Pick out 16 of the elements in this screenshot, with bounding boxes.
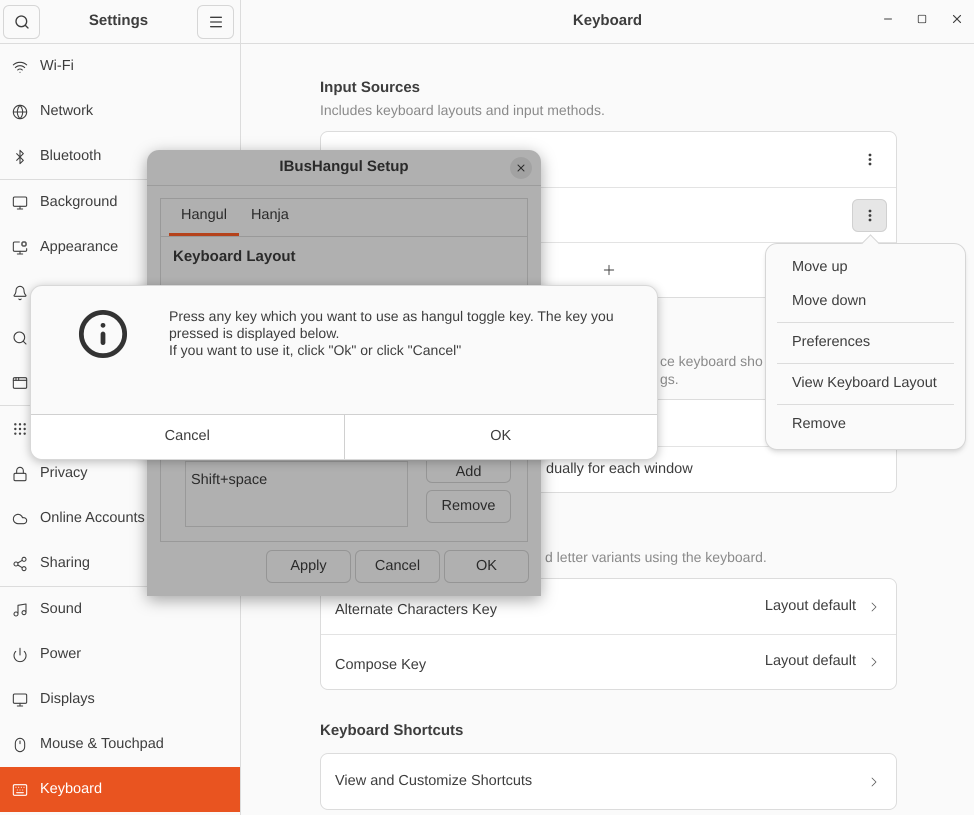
description-text: ce keyboard sho gs.: [660, 352, 763, 388]
section-heading: Keyboard Layout: [173, 247, 297, 267]
row-value: Layout default: [764, 596, 856, 616]
row-label: Alternate Characters Key: [335, 600, 497, 620]
option-label: dually for each window: [546, 460, 693, 479]
message-text: Press any key which you want to use as hangul toggle key. The key you pressed is displayed below. If you want to use it, click "Ok" or click "Cancel": [169, 308, 614, 360]
row-label: View and Customize Shortcuts: [335, 772, 532, 791]
section-heading: Input Sources: [320, 78, 422, 98]
section-heading: Keyboard Shortcuts: [320, 721, 464, 741]
sidebar-title: Settings: [88, 11, 148, 32]
section-subtitle: Includes keyboard layouts and input methods.: [320, 101, 606, 120]
description-text: d letter variants using the keyboard.: [545, 548, 767, 566]
row-label: Compose Key: [335, 656, 426, 676]
dialog-title: IBusHangul Setup: [279, 157, 409, 178]
row-value: Layout default: [764, 652, 856, 672]
window-title: Keyboard: [572, 11, 642, 32]
